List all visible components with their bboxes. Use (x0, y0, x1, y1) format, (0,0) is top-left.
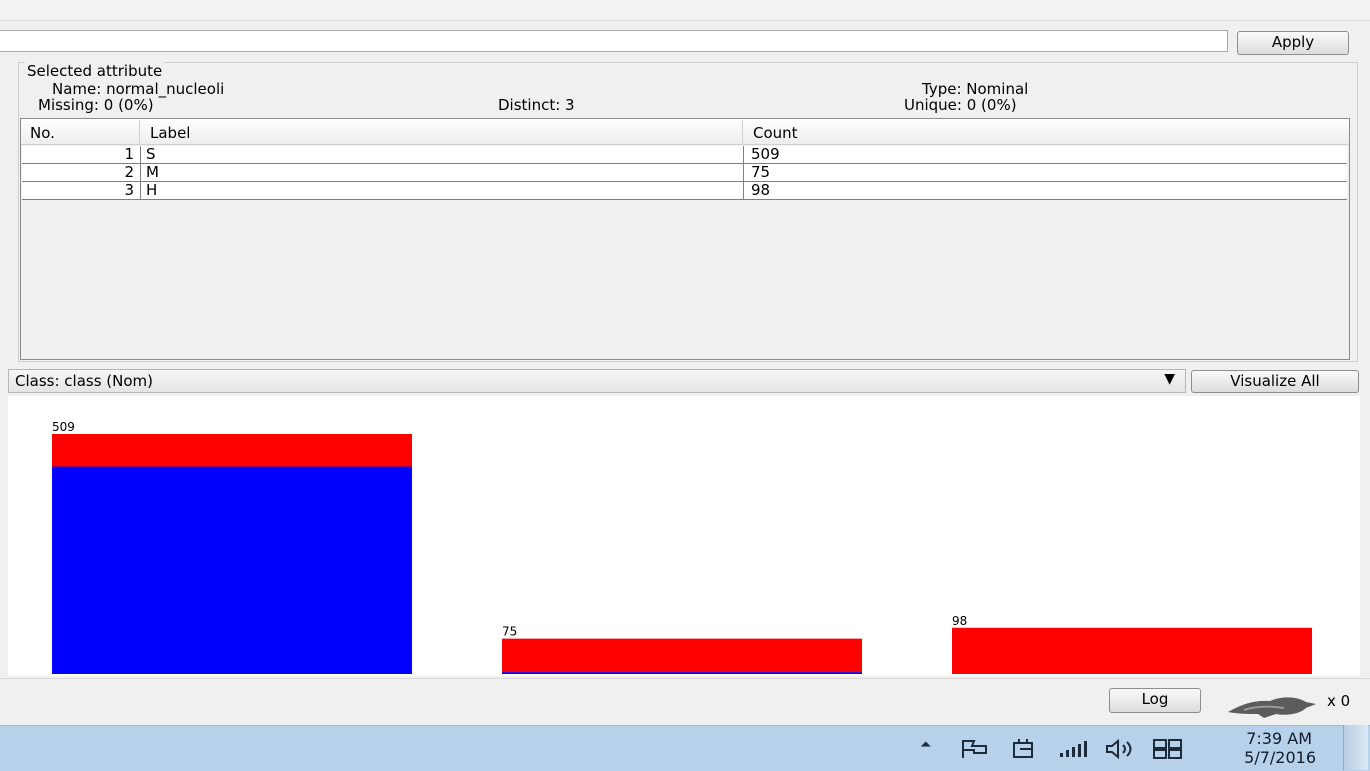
apply-button[interactable]: Apply (1237, 31, 1349, 55)
row-separator (743, 146, 744, 200)
selected-attribute-title: Selected attribute (25, 62, 165, 80)
row-label: H (146, 181, 158, 199)
row-count: 75 (751, 163, 771, 181)
bar-segment-H-1 (952, 627, 1312, 674)
class-selector[interactable]: Class: class (Nom) ▼ (8, 369, 1186, 393)
attribute-missing: Missing: 0 (0%) (38, 96, 154, 114)
visualize-all-button[interactable]: Visualize All (1191, 370, 1359, 393)
row-no: 1 (124, 145, 134, 163)
network-signal-icon[interactable] (1058, 740, 1090, 758)
header-separator (139, 120, 140, 145)
bar-segment-S-0 (52, 466, 412, 674)
row-label: M (146, 163, 159, 181)
volume-icon[interactable] (1104, 738, 1138, 760)
table-row[interactable] (22, 182, 1347, 200)
power-icon[interactable] (1010, 737, 1040, 761)
filter-input[interactable] (0, 30, 1228, 52)
column-header-count[interactable]: Count (753, 124, 798, 142)
bar-label-S: 509 (52, 420, 75, 434)
attribute-distinct: Distinct: 3 (498, 96, 575, 114)
bar-label-H: 98 (952, 614, 967, 628)
column-header-no[interactable]: No. (30, 124, 55, 142)
row-count: 98 (751, 181, 771, 199)
show-hidden-icons[interactable]: ⏶ (920, 737, 931, 753)
weka-bird-icon (1228, 697, 1316, 718)
chart-svg: 509 75 98 (52, 420, 1312, 674)
window-top-strip (0, 0, 1370, 21)
column-header-label[interactable]: Label (150, 124, 190, 142)
bar-segment-M-1 (502, 638, 862, 673)
windows-icon[interactable] (1152, 738, 1184, 760)
table-row[interactable] (22, 146, 1347, 164)
log-button[interactable]: Log (1109, 688, 1201, 713)
clock-date[interactable]: 5/7/2016 (1200, 748, 1316, 767)
table-header (21, 119, 1349, 145)
bar-label-M: 75 (502, 625, 517, 639)
row-label: S (146, 145, 156, 163)
class-selector-value: Class: class (Nom) (15, 372, 154, 390)
bar-segment-S-1 (52, 434, 412, 467)
class-distribution-chart: 509 75 98 (8, 396, 1360, 676)
action-center-flag-icon[interactable] (960, 738, 990, 760)
row-separator (140, 146, 141, 200)
bar-segment-M-0 (502, 672, 862, 674)
attribute-unique: Unique: 0 (0%) (904, 96, 1017, 114)
table-row[interactable] (22, 164, 1347, 182)
header-separator (742, 120, 743, 145)
clock-time[interactable]: 7:39 AM (1200, 729, 1312, 748)
row-no: 3 (124, 181, 134, 199)
row-no: 2 (124, 163, 134, 181)
task-count: x 0 (1327, 692, 1351, 710)
row-count: 509 (751, 145, 780, 163)
chevron-down-icon: ▼ (1164, 371, 1175, 387)
show-desktop-button[interactable] (1343, 725, 1368, 770)
